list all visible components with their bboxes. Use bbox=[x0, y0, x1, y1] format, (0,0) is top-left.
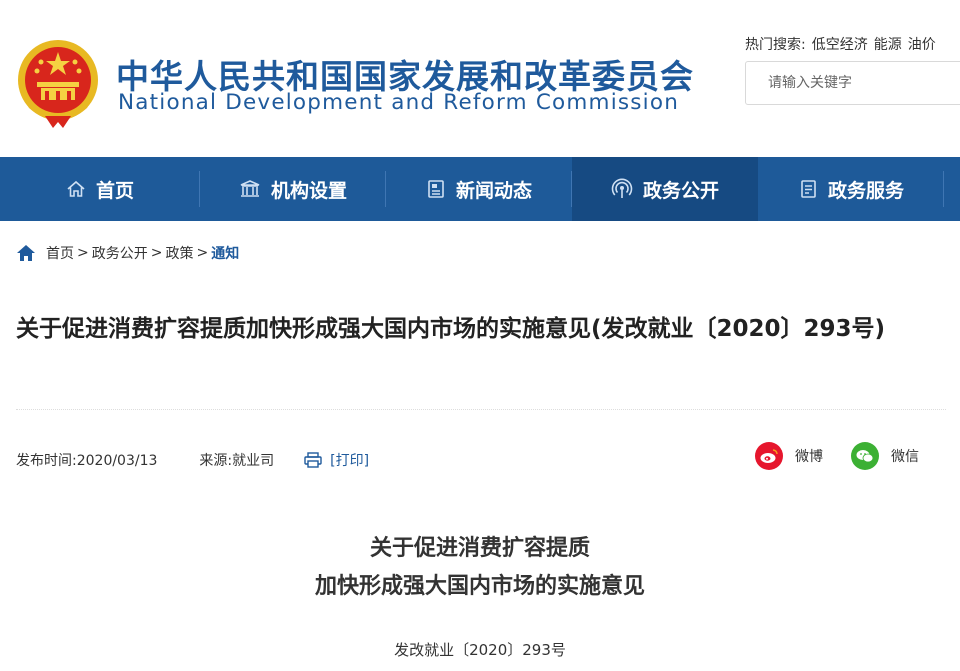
home-icon bbox=[17, 245, 35, 261]
nav-item-home[interactable]: 首页 bbox=[0, 157, 200, 221]
breadcrumb-separator: > bbox=[196, 245, 209, 261]
news-icon bbox=[428, 180, 444, 198]
weibo-icon bbox=[755, 442, 783, 470]
breadcrumb-gov-affairs[interactable]: 政务公开 bbox=[92, 243, 148, 263]
doc-number: 发改就业〔2020〕293号 bbox=[394, 641, 566, 659]
nav-item-organization[interactable]: 机构设置 bbox=[200, 157, 386, 221]
print-button[interactable]: [打印] bbox=[304, 450, 369, 470]
search-box bbox=[745, 61, 960, 105]
share-weixin-button[interactable]: 微信 bbox=[851, 442, 919, 470]
doc-heading-line1: 关于促进消费扩容提质 bbox=[369, 536, 590, 561]
breadcrumb-separator: > bbox=[150, 245, 163, 261]
article-meta: 发布时间:2020/03/13 来源:就业司 [打印] bbox=[16, 450, 369, 470]
breadcrumb-notice[interactable]: 通知 bbox=[211, 243, 239, 263]
weixin-label: 微信 bbox=[891, 449, 919, 465]
nav-item-news[interactable]: 新闻动态 bbox=[386, 157, 572, 221]
breadcrumb-home[interactable]: 首页 bbox=[46, 243, 74, 263]
nav-divider bbox=[943, 171, 944, 207]
hot-search: 热门搜索: 低空经济 能源 油价 bbox=[745, 34, 942, 54]
article-title: 关于促进消费扩容提质加快形成强大国内市场的实施意见(发改就业〔2020〕293号… bbox=[16, 316, 886, 342]
nav-label: 机构设置 bbox=[270, 179, 347, 202]
hot-term[interactable]: 低空经济 bbox=[812, 37, 868, 53]
building-icon bbox=[240, 180, 260, 197]
nav-label: 政务公开 bbox=[642, 179, 719, 202]
nav-label: 新闻动态 bbox=[455, 179, 532, 202]
publish-time: 发布时间:2020/03/13 bbox=[16, 453, 158, 469]
document-icon bbox=[801, 180, 816, 198]
hot-term[interactable]: 能源 bbox=[874, 37, 902, 53]
site-header: 中华人民共和国国家发展和改革委员会 National Development a… bbox=[0, 0, 960, 157]
article-source: 来源:就业司 bbox=[199, 453, 275, 469]
main-nav: 首页 机构设置 新闻动态 政务公开 政务服务 bbox=[0, 157, 960, 221]
search-input[interactable] bbox=[746, 62, 960, 104]
weibo-label: 微博 bbox=[795, 449, 823, 465]
doc-heading-line2: 加快形成强大国内市场的实施意见 bbox=[314, 574, 645, 599]
print-label: [打印] bbox=[330, 453, 370, 469]
nav-label: 政务服务 bbox=[827, 179, 904, 202]
nav-item-gov-affairs[interactable]: 政务公开 bbox=[572, 157, 758, 221]
hot-search-label: 热门搜索: bbox=[745, 37, 806, 53]
breadcrumb-separator: > bbox=[77, 245, 89, 261]
title-divider bbox=[16, 409, 946, 410]
nav-item-gov-services[interactable]: 政务服务 bbox=[758, 157, 944, 221]
printer-icon bbox=[304, 452, 322, 468]
share-weibo-button[interactable]: 微博 bbox=[755, 442, 823, 470]
national-emblem-icon[interactable] bbox=[15, 38, 101, 130]
breadcrumb-policy[interactable]: 政策 bbox=[165, 243, 193, 263]
wechat-icon bbox=[851, 442, 879, 470]
breadcrumb: 首页 > 政务公开 > 政策 > 通知 bbox=[16, 243, 239, 263]
site-title-en[interactable]: National Development and Reform Commissi… bbox=[118, 90, 679, 115]
home-icon bbox=[67, 180, 85, 197]
broadcast-icon bbox=[611, 178, 633, 198]
hot-term[interactable]: 油价 bbox=[908, 37, 936, 53]
nav-label: 首页 bbox=[95, 179, 134, 202]
